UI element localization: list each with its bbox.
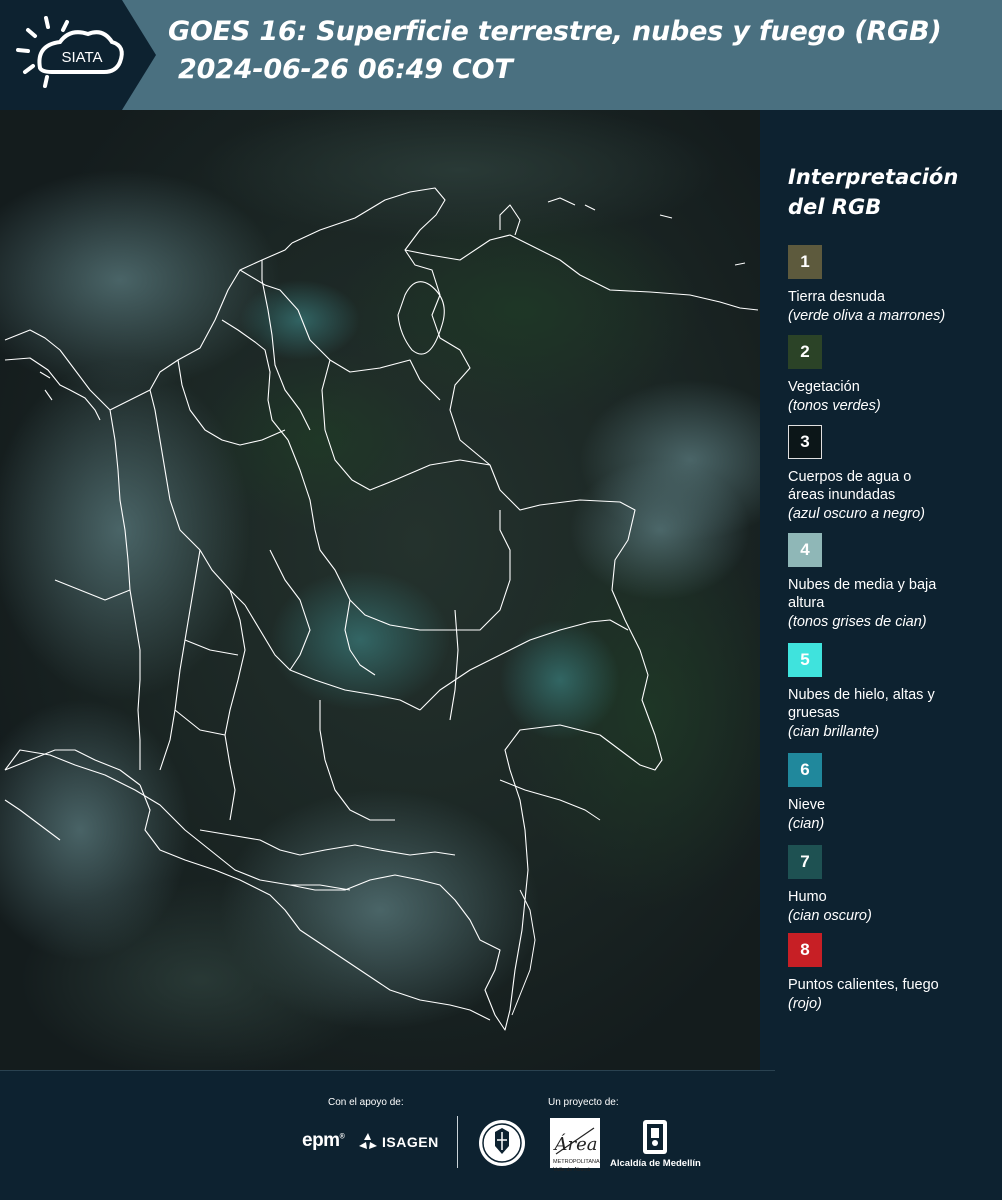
legend-item-label: Nieve [788,797,826,813]
siata-logo-graphic: SIATA [0,0,156,110]
university-seal-icon[interactable] [477,1118,527,1168]
legend-swatch: 5 [788,643,822,677]
legend-swatch: 7 [788,845,822,879]
legend-item-sub: (tonos verdes) [788,398,881,414]
legend-swatch: 8 [788,933,822,967]
legend-swatch: 4 [788,533,822,567]
legend-item-fire: 8 Puntos calientes, fuego (rojo) [788,933,998,1014]
logo-text: SIATA [61,49,102,66]
area-caption: METROPOLITANA Valle de Aburrá [553,1159,600,1173]
legend-item-sub: (cian) [788,816,825,832]
legend-item-label: Vegetación [788,379,860,395]
legend-item-ice-clouds: 5 Nubes de hielo, altas y gruesas (cian … [788,643,998,742]
epm-logo[interactable]: epm® [302,1130,345,1152]
legend-item-sub: (verde oliva a marrones) [788,308,946,324]
legend-item-sub: (azul oscuro a negro) [788,506,926,522]
legend-item-label: Cuerpos de agua o áreas inundadas [788,469,912,503]
legend-title: Interpretación del RGB [788,165,959,219]
legend-swatch: 1 [788,245,822,279]
legend-swatch: 3 [788,425,822,459]
legend-item-vegetation: 2 Vegetación (tonos verdes) [788,335,998,416]
legend-panel: Interpretación del RGB 1 Tierra desnuda … [760,110,1002,1070]
support-label: Con el apoyo de: [328,1097,404,1108]
isagen-mark-icon [359,1133,377,1149]
map-canvas [0,110,760,1070]
legend-swatch: 2 [788,335,822,369]
alcaldia-shield-icon[interactable] [641,1118,669,1156]
footer-rule [0,1070,775,1071]
legend-item-sub: (cian oscuro) [788,908,872,924]
alcaldia-text: Alcaldía de Medellín [610,1158,701,1169]
legend-item-sub: (cian brillante) [788,724,880,740]
legend-item-snow: 6 Nieve (cian) [788,753,998,834]
legend-item-label: Humo [788,889,827,905]
satellite-map[interactable] [0,110,760,1070]
legend-item-label: Tierra desnuda [788,289,885,305]
legend-item-low-clouds: 4 Nubes de media y baja altura (tonos gr… [788,533,998,632]
isagen-logo[interactable]: ISAGEN [358,1132,439,1152]
siata-logo[interactable]: SIATA [0,0,160,110]
footer: Con el apoyo de: Un proyecto de: epm® IS… [0,1070,1002,1200]
project-label: Un proyecto de: [548,1097,619,1108]
isagen-text: ISAGEN [382,1134,439,1150]
legend-item-sub: (tonos grises de cian) [788,614,927,630]
footer-divider [457,1116,458,1168]
legend-item-label: Nubes de hielo, altas y gruesas [788,687,935,721]
page-title: GOES 16: Superficie terrestre, nubes y f… [168,16,942,47]
legend-item-water: 3 Cuerpos de agua o áreas inundadas (azu… [788,425,998,524]
legend-item-sub: (rojo) [788,996,822,1012]
legend-swatch: 6 [788,753,822,787]
header: SIATA GOES 16: Superficie terrestre, nub… [0,0,1002,110]
legend-item-bare-soil: 1 Tierra desnuda (verde oliva a marrones… [788,245,998,326]
legend-item-label: Nubes de media y baja altura [788,577,937,611]
legend-item-smoke: 7 Humo (cian oscuro) [788,845,998,926]
legend-item-label: Puntos calientes, fuego [788,977,939,993]
page-timestamp: 2024-06-26 06:49 COT [178,54,513,85]
